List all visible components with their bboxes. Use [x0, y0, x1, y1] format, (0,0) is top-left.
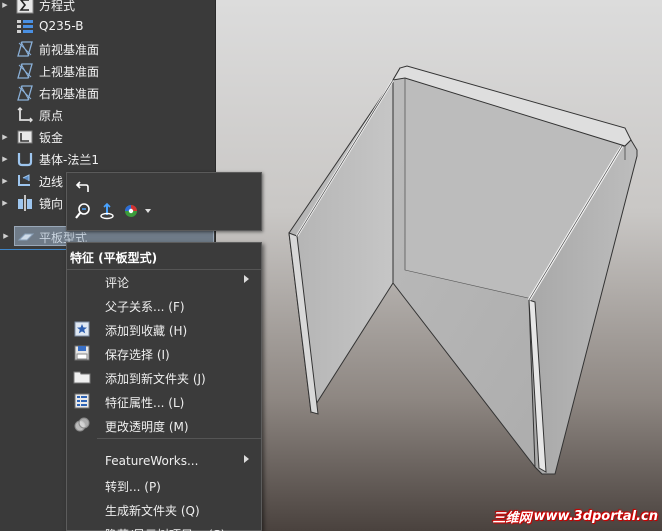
expand-arrow-icon[interactable]: ▶ [1, 148, 9, 170]
tree-item-label: 原点 [39, 109, 64, 123]
menu-item-label: 添加到新文件夹 (J) [105, 372, 206, 386]
sheet-metal-part-model[interactable] [217, 0, 662, 531]
plane-icon [16, 62, 34, 80]
context-menu: 特征 (平板型式) 评论父子关系... (F) 添加到收藏 (H) 保存选择 (I)… [66, 242, 262, 531]
expand-arrow-icon[interactable]: ▶ [2, 225, 10, 247]
menu-item-label: 转到... (P) [105, 480, 161, 494]
tree-item-label: 镜向 [39, 197, 64, 211]
tree-item-label: 上视基准面 [39, 65, 100, 79]
expand-arrow-icon[interactable]: ▶ [1, 170, 9, 192]
rollback-icon[interactable] [73, 177, 93, 197]
graphics-area[interactable] [217, 0, 662, 531]
tree-item[interactable]: Q235-B [0, 16, 216, 38]
menu-item[interactable]: 评论 [67, 269, 261, 293]
edge-flange-icon [16, 172, 34, 190]
tree-item[interactable]: 原点 [0, 104, 216, 126]
context-toolbar [66, 172, 262, 231]
sigma-icon [16, 0, 34, 14]
watermark-cn-text: 三维网 [492, 510, 532, 526]
tree-item-label: Q235-B [39, 19, 84, 33]
menu-item[interactable]: 更改透明度 (M) [67, 413, 261, 437]
origin-icon [16, 106, 34, 124]
menu-item-label: 父子关系... (F) [105, 300, 185, 314]
tree-item[interactable]: 上视基准面 [0, 60, 216, 82]
flat-pattern-icon [17, 228, 35, 246]
save-selection-icon [73, 344, 91, 362]
menu-item[interactable]: FeatureWorks... [67, 449, 261, 473]
tree-item[interactable]: ▶ 钣金 [0, 126, 216, 148]
menu-item[interactable]: 父子关系... (F) [67, 293, 261, 317]
transparency-icon [73, 416, 91, 434]
menu-item-label: FeatureWorks... [105, 454, 199, 468]
tree-item[interactable]: 右视基准面 [0, 82, 216, 104]
zoom-to-selection-icon[interactable] [73, 201, 93, 221]
feature-properties-icon [73, 392, 91, 410]
tree-insertion-line [0, 249, 66, 250]
menu-item[interactable]: 隐藏/显示树项目... (S) [67, 521, 261, 531]
tree-item-label: 基体-法兰1 [39, 153, 99, 167]
dropdown-arrow-icon[interactable] [143, 201, 153, 221]
watermark-url: www.3dportal.cn [533, 508, 658, 524]
menu-item[interactable]: 保存选择 (I) [67, 341, 261, 365]
menu-item-label: 评论 [105, 276, 130, 290]
tree-item-label: 方程式 [39, 0, 76, 13]
submenu-arrow-icon [244, 275, 249, 283]
submenu-arrow-icon [244, 455, 249, 463]
menu-item-label: 添加到收藏 (H) [105, 324, 188, 338]
tree-item-label: 前视基准面 [39, 43, 100, 57]
menu-item-label: 保存选择 (I) [105, 348, 170, 362]
material-icon [16, 18, 34, 36]
menu-item[interactable]: 转到... (P) [67, 473, 261, 497]
menu-item-label: 生成新文件夹 (Q) [105, 504, 200, 518]
tree-item[interactable]: ▶ 方程式 [0, 0, 216, 16]
tree-item[interactable]: ▶ 基体-法兰1 [0, 148, 216, 170]
menu-item[interactable]: 添加到收藏 (H) [67, 317, 261, 341]
context-menu-title: 特征 (平板型式) [70, 251, 158, 265]
watermark: 三维网 www.3dportal.cn [492, 507, 659, 526]
folder-icon [73, 368, 91, 386]
sheetmetal-icon [16, 128, 34, 146]
appearance-icon[interactable] [121, 201, 141, 221]
menu-separator [97, 438, 261, 439]
tree-item-label: 钣金 [39, 131, 64, 145]
expand-arrow-icon[interactable]: ▶ [1, 192, 9, 214]
menu-item[interactable]: 特征属性... (L) [67, 389, 261, 413]
menu-item-label: 特征属性... (L) [105, 396, 185, 410]
favorite-star-icon [73, 320, 91, 338]
mirror-icon [16, 194, 34, 212]
menu-item-label: 隐藏/显示树项目... (S) [105, 526, 225, 531]
plane-icon [16, 84, 34, 102]
menu-item[interactable]: 添加到新文件夹 (J) [67, 365, 261, 389]
tree-item[interactable]: 前视基准面 [0, 38, 216, 60]
expand-arrow-icon[interactable]: ▶ [1, 126, 9, 148]
expand-arrow-icon[interactable]: ▶ [1, 0, 9, 16]
base-flange-icon [16, 150, 34, 168]
menu-item[interactable]: 生成新文件夹 (Q) [67, 497, 261, 521]
menu-item-label: 更改透明度 (M) [105, 420, 189, 434]
plane-icon [16, 40, 34, 58]
tree-item-label: 右视基准面 [39, 87, 100, 101]
normal-to-icon[interactable] [97, 201, 117, 221]
tree-item-label: 边线 [39, 175, 64, 189]
